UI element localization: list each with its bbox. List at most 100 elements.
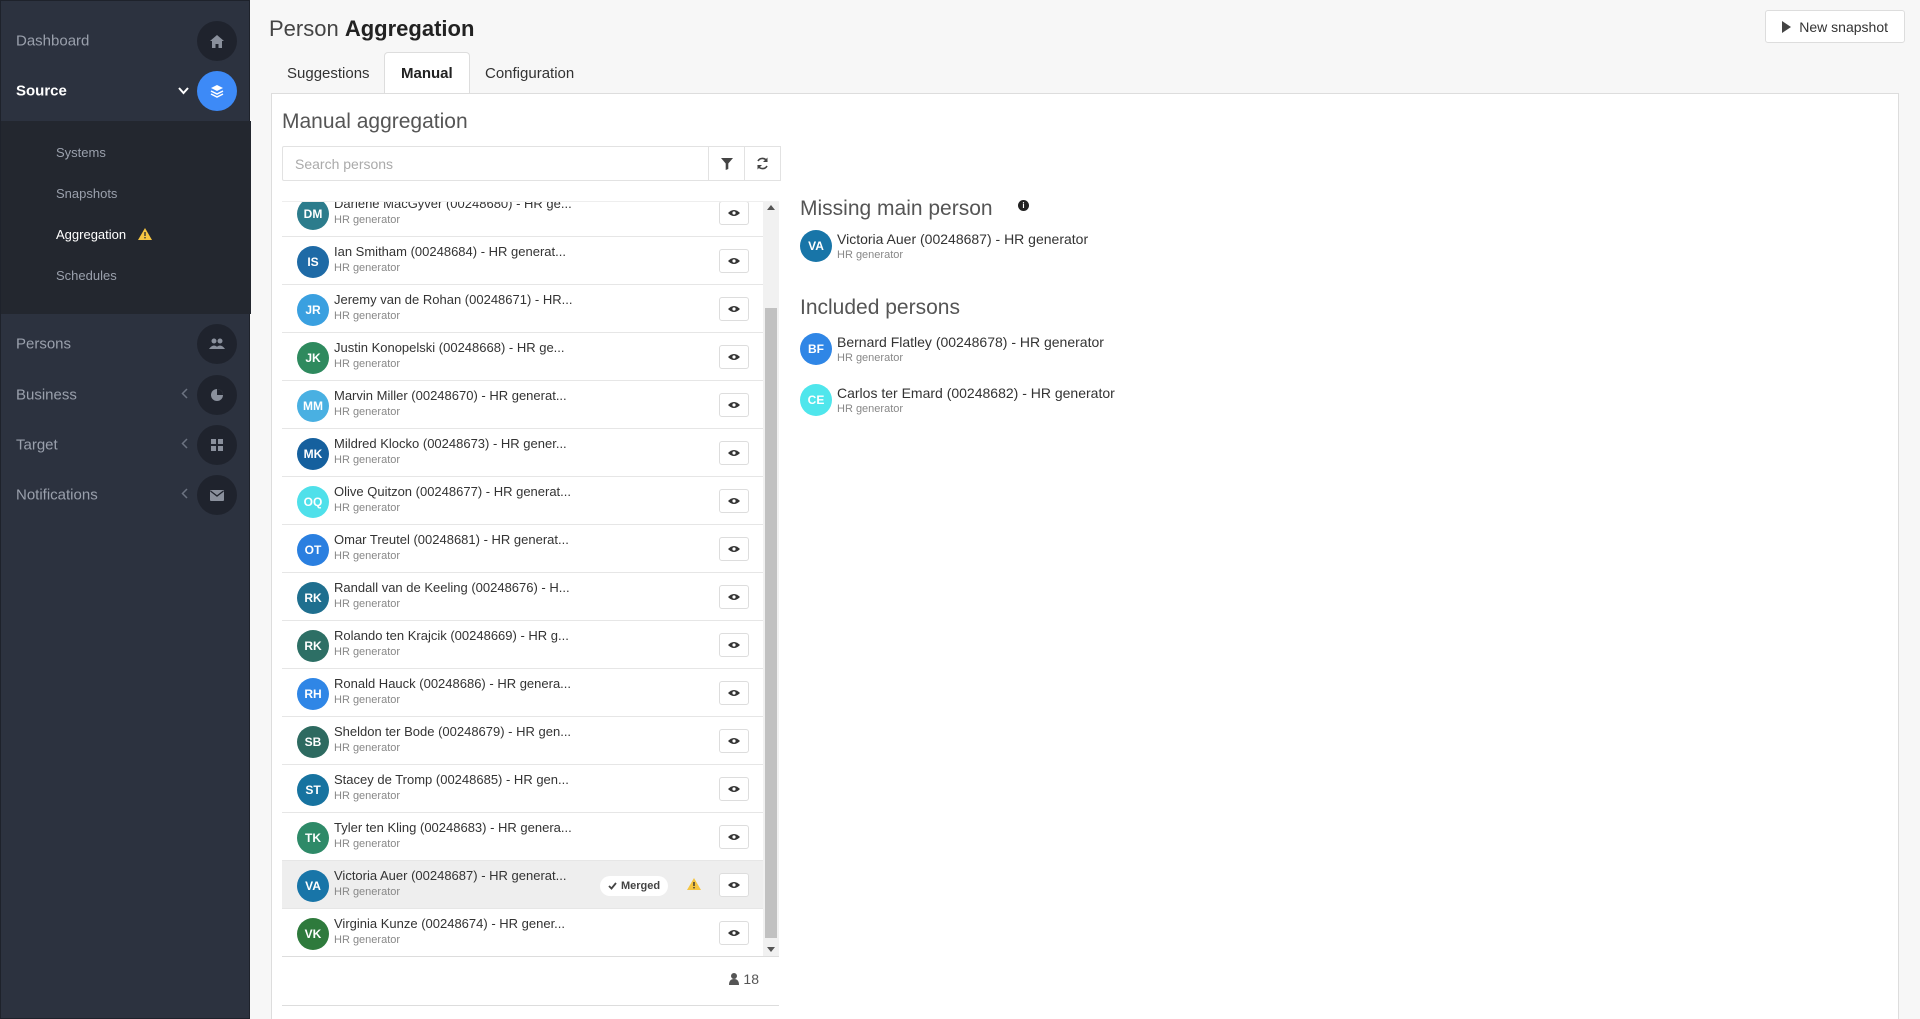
list-item[interactable]: DM Darlene MacGyver (00248680) - HR ge...… xyxy=(282,202,763,237)
grid-icon xyxy=(197,425,237,465)
list-item[interactable]: RK Randall van de Keeling (00248676) - H.… xyxy=(282,573,763,621)
list-item[interactable]: SB Sheldon ter Bode (00248679) - HR gen..… xyxy=(282,717,763,765)
view-button[interactable] xyxy=(719,489,749,513)
nav-source[interactable]: Source xyxy=(1,66,251,116)
list-item[interactable]: MK Mildred Klocko (00248673) - HR gener..… xyxy=(282,429,763,477)
list-item[interactable]: OQ Olive Quitzon (00248677) - HR generat.… xyxy=(282,477,763,525)
view-button[interactable] xyxy=(719,537,749,561)
view-button[interactable] xyxy=(719,921,749,945)
list-item[interactable]: OT Omar Treutel (00248681) - HR generat..… xyxy=(282,525,763,573)
missing-main-person-title: Missing main person xyxy=(800,197,993,220)
play-icon xyxy=(1782,20,1792,33)
tab-suggestions[interactable]: Suggestions xyxy=(271,52,386,94)
view-button[interactable] xyxy=(719,777,749,801)
scroll-down-icon[interactable] xyxy=(767,947,775,952)
eye-icon xyxy=(728,449,740,457)
user-icon xyxy=(729,973,740,985)
avatar: CE xyxy=(800,384,832,416)
list-item[interactable]: VA Victoria Auer (00248687) - HR generat.… xyxy=(282,861,763,909)
manual-aggregation-panel: Manual aggregation DM Darlene MacGyver (0… xyxy=(271,93,1899,1019)
info-icon[interactable]: i xyxy=(1018,200,1029,211)
main-content: Person Aggregation New snapshot Suggesti… xyxy=(251,0,1919,1019)
search-input[interactable] xyxy=(282,146,709,181)
view-button[interactable] xyxy=(719,249,749,273)
list-item[interactable]: JR Jeremy van de Rohan (00248671) - HR...… xyxy=(282,285,763,333)
person-name: Randall van de Keeling (00248676) - H... xyxy=(334,580,570,595)
filter-icon xyxy=(720,157,733,170)
sub-item-schedules[interactable]: Schedules xyxy=(56,268,117,283)
eye-icon xyxy=(728,305,740,313)
person-source: HR generator xyxy=(334,934,401,946)
person-source: HR generator xyxy=(334,358,401,370)
person-source: HR generator xyxy=(837,403,904,415)
nav-notifications[interactable]: Notifications xyxy=(1,470,251,520)
users-icon xyxy=(197,324,237,364)
list-item[interactable]: VK Virginia Kunze (00248674) - HR gener..… xyxy=(282,909,763,956)
view-button[interactable] xyxy=(719,345,749,369)
envelope-icon xyxy=(197,475,237,515)
list-item[interactable]: JK Justin Konopelski (00248668) - HR ge..… xyxy=(282,333,763,381)
list-item[interactable]: IS Ian Smitham (00248684) - HR generat...… xyxy=(282,237,763,285)
list-item[interactable]: TK Tyler ten Kling (00248683) - HR genera… xyxy=(282,813,763,861)
person-name: Virginia Kunze (00248674) - HR gener... xyxy=(334,916,566,931)
nav-persons[interactable]: Persons xyxy=(1,319,251,369)
view-button[interactable] xyxy=(719,585,749,609)
filter-button[interactable] xyxy=(708,146,745,181)
pie-chart-icon xyxy=(197,375,237,415)
list-item[interactable]: RH Ronald Hauck (00248686) - HR genera...… xyxy=(282,669,763,717)
sub-item-snapshots[interactable]: Snapshots xyxy=(56,186,117,201)
list-scrollbar[interactable] xyxy=(763,201,779,956)
list-footer: 18 xyxy=(282,956,779,1006)
list-item[interactable]: RK Rolando ten Krajcik (00248669) - HR g.… xyxy=(282,621,763,669)
eye-icon xyxy=(728,833,740,841)
included-persons-title: Included persons xyxy=(800,296,960,319)
nav-target-label: Target xyxy=(16,436,58,454)
nav-target[interactable]: Target xyxy=(1,420,251,470)
person-source: HR generator xyxy=(334,550,401,562)
new-snapshot-button[interactable]: New snapshot xyxy=(1765,10,1905,43)
view-button[interactable] xyxy=(719,202,749,225)
page-title-light: Person xyxy=(269,16,339,41)
person-source: HR generator xyxy=(334,214,401,226)
person-name: Ronald Hauck (00248686) - HR genera... xyxy=(334,676,572,691)
avatar: OQ xyxy=(297,486,329,518)
chevron-left-icon xyxy=(181,488,189,502)
person-name: Stacey de Tromp (00248685) - HR gen... xyxy=(334,772,569,787)
view-button[interactable] xyxy=(719,441,749,465)
view-button[interactable] xyxy=(719,873,749,897)
scroll-up-icon[interactable] xyxy=(767,205,775,210)
avatar: VA xyxy=(297,870,329,902)
person-source: HR generator xyxy=(334,886,401,898)
tab-manual[interactable]: Manual xyxy=(384,52,470,94)
view-button[interactable] xyxy=(719,297,749,321)
person-list: DM Darlene MacGyver (00248680) - HR ge...… xyxy=(282,201,763,956)
eye-icon xyxy=(728,497,740,505)
tab-configuration[interactable]: Configuration xyxy=(469,52,590,94)
sub-item-systems[interactable]: Systems xyxy=(56,145,106,160)
person-source: HR generator xyxy=(334,310,401,322)
scroll-thumb[interactable] xyxy=(765,308,777,938)
view-button[interactable] xyxy=(719,633,749,657)
nav-persons-label: Persons xyxy=(16,335,72,353)
person-source: HR generator xyxy=(837,352,904,364)
view-button[interactable] xyxy=(719,681,749,705)
sub-item-aggregation[interactable]: Aggregation xyxy=(56,227,152,242)
nav-business[interactable]: Business xyxy=(1,370,251,420)
nav-notifications-label: Notifications xyxy=(16,486,98,504)
person-source: HR generator xyxy=(334,790,401,802)
nav-dashboard[interactable]: Dashboard xyxy=(1,16,251,66)
page-title: Person Aggregation xyxy=(269,16,474,42)
refresh-button[interactable] xyxy=(744,146,781,181)
avatar: RK xyxy=(297,630,329,662)
view-button[interactable] xyxy=(719,393,749,417)
chevron-left-icon xyxy=(181,388,189,402)
list-item[interactable]: ST Stacey de Tromp (00248685) - HR gen...… xyxy=(282,765,763,813)
view-button[interactable] xyxy=(719,729,749,753)
nav-business-label: Business xyxy=(16,386,77,404)
list-item[interactable]: MM Marvin Miller (00248670) - HR generat.… xyxy=(282,381,763,429)
nav-dashboard-label: Dashboard xyxy=(16,32,90,50)
eye-icon xyxy=(728,401,740,409)
view-button[interactable] xyxy=(719,825,749,849)
home-icon xyxy=(197,21,237,61)
avatar: BF xyxy=(800,333,832,365)
